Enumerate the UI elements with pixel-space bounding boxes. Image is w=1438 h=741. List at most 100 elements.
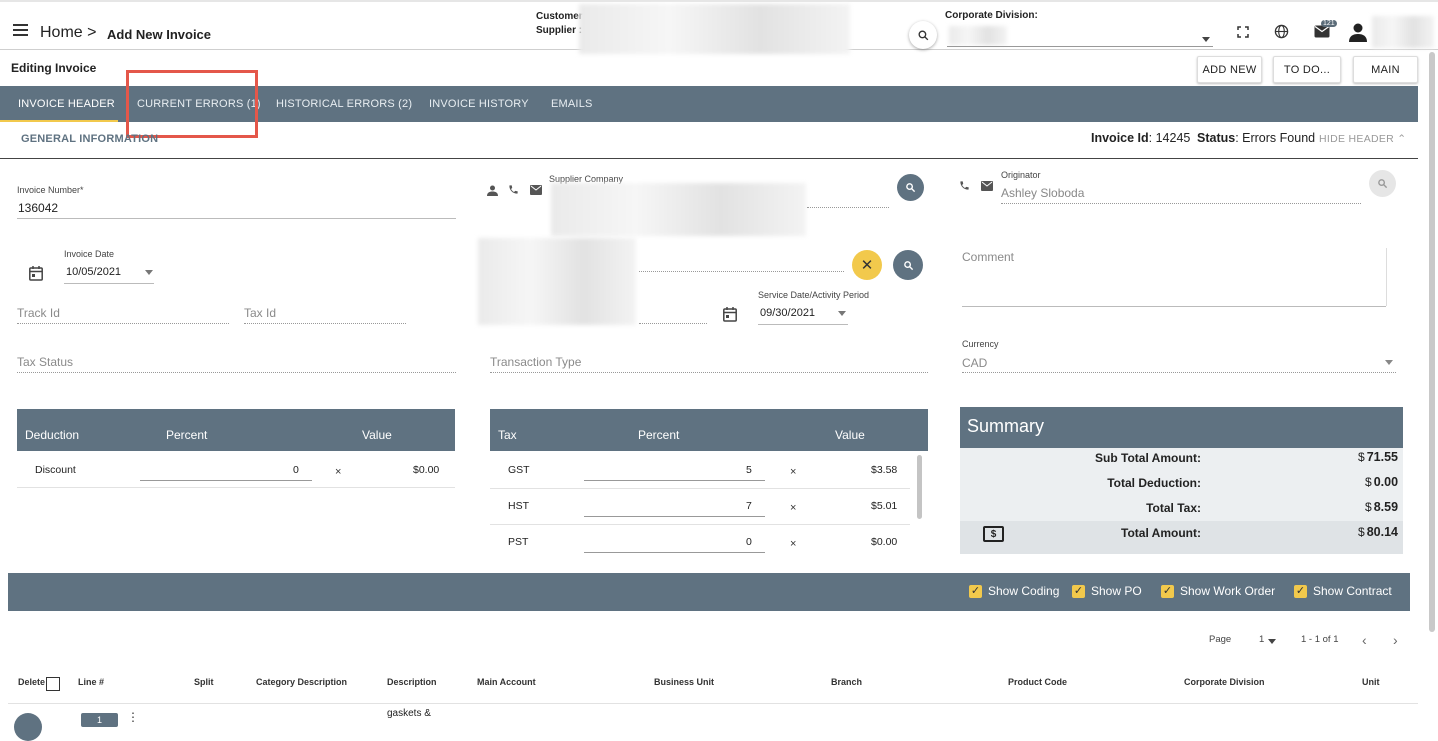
tab-invoice-history[interactable]: INVOICE HISTORY bbox=[429, 86, 529, 122]
money-icon: $ bbox=[983, 526, 1004, 542]
tax-percent-input[interactable]: 5 bbox=[746, 464, 752, 476]
tax-id-field[interactable]: Tax Id bbox=[244, 306, 276, 320]
sub-total-amount: 71.55 bbox=[1366, 450, 1398, 464]
delete-row-button[interactable] bbox=[14, 713, 42, 741]
invoice-number-field[interactable]: 136042 bbox=[18, 201, 58, 215]
page-title: Add New Invoice bbox=[107, 27, 212, 42]
multiply-icon: × bbox=[335, 466, 342, 478]
track-id-field[interactable]: Track Id bbox=[17, 306, 60, 320]
main-button[interactable]: MAIN bbox=[1353, 56, 1418, 83]
user-icon[interactable] bbox=[1348, 22, 1368, 42]
currency-symbol: $ bbox=[1358, 525, 1365, 539]
line-number-badge[interactable]: 1 bbox=[81, 713, 118, 727]
service-date-dropdown-icon[interactable] bbox=[838, 311, 846, 316]
comment-field[interactable]: Comment bbox=[962, 250, 1014, 264]
grid-header-main-account: Main Account bbox=[477, 677, 536, 687]
total-amount-amount: 80.14 bbox=[1366, 525, 1398, 539]
tax-col-header: Tax bbox=[498, 428, 517, 442]
tax-value: $3.58 bbox=[871, 464, 898, 476]
total-deduction-value: $0.00 bbox=[1365, 475, 1398, 489]
show-po-checkbox[interactable]: ✓ bbox=[1072, 585, 1085, 598]
total-deduction-amount: 0.00 bbox=[1373, 475, 1399, 489]
search-icon[interactable] bbox=[909, 21, 937, 49]
grid-header-business-unit: Business Unit bbox=[654, 677, 715, 687]
tax-value: $5.01 bbox=[871, 500, 898, 512]
person-icon[interactable] bbox=[486, 184, 499, 197]
summary-title: Summary bbox=[960, 407, 1403, 448]
service-date-calendar-icon[interactable] bbox=[722, 306, 738, 323]
grid-header-description: Description bbox=[387, 677, 437, 687]
clear-supplier-icon[interactable]: ✕ bbox=[852, 250, 882, 280]
service-date-underline bbox=[758, 324, 848, 325]
redacted-corporate-division bbox=[949, 26, 1007, 45]
service-date-field[interactable]: 09/30/2021 bbox=[760, 307, 815, 319]
tax-name: GST bbox=[508, 464, 530, 476]
tab-emails[interactable]: EMAILS bbox=[551, 86, 593, 122]
page-dropdown-icon[interactable] bbox=[1268, 639, 1276, 644]
page-scrollbar[interactable] bbox=[1429, 52, 1435, 632]
originator-search-icon[interactable] bbox=[1369, 170, 1396, 197]
show-coding-checkbox[interactable]: ✓ bbox=[969, 585, 982, 598]
tax-status-field[interactable]: Tax Status bbox=[17, 355, 73, 369]
redacted-supplier-address bbox=[478, 238, 636, 325]
corporate-division-select[interactable] bbox=[947, 46, 1213, 47]
tab-invoice-header[interactable]: INVOICE HEADER bbox=[18, 86, 115, 122]
total-tax-amount: 8.59 bbox=[1373, 500, 1399, 514]
grid-header-corporate-division: Corporate Division bbox=[1184, 677, 1265, 687]
globe-icon[interactable] bbox=[1273, 23, 1290, 40]
tax-table-scrollbar[interactable] bbox=[917, 455, 922, 519]
sub-total-value: $71.55 bbox=[1358, 450, 1398, 464]
tax-percent-input[interactable]: 0 bbox=[746, 536, 752, 548]
supplier-field-underline-2 bbox=[639, 323, 707, 324]
supplier-lookup-icon[interactable] bbox=[893, 250, 923, 280]
notification-badge: 121 bbox=[1321, 20, 1337, 27]
page-select[interactable]: 1 bbox=[1259, 634, 1264, 645]
breadcrumb-home[interactable]: Home > bbox=[40, 24, 96, 42]
highlight-annotation bbox=[126, 70, 258, 138]
show-work-order-checkbox[interactable]: ✓ bbox=[1161, 585, 1174, 598]
page-range: 1 - 1 of 1 bbox=[1301, 634, 1339, 645]
invoice-number-label: Invoice Number* bbox=[17, 185, 84, 195]
more-vert-icon[interactable]: ⋮ bbox=[127, 710, 139, 724]
deduction-percent-input[interactable]: 0 bbox=[293, 464, 299, 476]
currency-symbol: $ bbox=[1365, 500, 1372, 514]
prev-page-icon[interactable]: ‹ bbox=[1362, 632, 1367, 648]
currency-select[interactable]: CAD bbox=[962, 356, 987, 370]
originator-email-icon[interactable] bbox=[980, 180, 994, 192]
select-all-checkbox[interactable] bbox=[46, 677, 60, 691]
tax-id-underline bbox=[244, 323, 406, 324]
tax-value-col-header: Value bbox=[835, 428, 865, 442]
menu-icon[interactable] bbox=[13, 24, 28, 39]
sub-total-label: Sub Total Amount: bbox=[1095, 451, 1201, 465]
show-contract-checkbox[interactable]: ✓ bbox=[1294, 585, 1307, 598]
supplier-search-icon[interactable] bbox=[897, 174, 924, 201]
email-icon[interactable] bbox=[529, 184, 543, 196]
calendar-icon[interactable] bbox=[28, 265, 44, 282]
tab-historical-errors[interactable]: HISTORICAL ERRORS (2) bbox=[276, 86, 412, 122]
originator-phone-icon[interactable] bbox=[958, 179, 971, 192]
multiply-icon: × bbox=[790, 466, 797, 478]
chevron-up-icon: ⌃ bbox=[1397, 133, 1407, 145]
transaction-type-field[interactable]: Transaction Type bbox=[490, 355, 581, 369]
invoice-date-dropdown-icon[interactable] bbox=[145, 270, 153, 275]
next-page-icon[interactable]: › bbox=[1393, 632, 1398, 648]
add-new-button[interactable]: ADD NEW bbox=[1197, 56, 1262, 83]
invoice-id: Invoice Id: 14245 bbox=[1091, 131, 1190, 145]
tax-name: PST bbox=[508, 536, 529, 548]
todo-button[interactable]: TO DO... bbox=[1273, 56, 1341, 83]
phone-icon[interactable] bbox=[507, 183, 520, 196]
chevron-down-icon[interactable] bbox=[1202, 37, 1210, 42]
status-label: Status bbox=[1197, 131, 1236, 145]
grid-header-product-code: Product Code bbox=[1008, 677, 1068, 687]
hide-header-button[interactable]: HIDE HEADER ⌃ bbox=[1319, 133, 1406, 145]
currency-dropdown-icon[interactable] bbox=[1385, 360, 1393, 365]
fullscreen-icon[interactable] bbox=[1235, 24, 1251, 40]
redacted-supplier-company bbox=[551, 183, 806, 236]
invoice-date-field[interactable]: 10/05/2021 bbox=[66, 266, 121, 278]
tax-percent-input[interactable]: 7 bbox=[746, 500, 752, 512]
comment-underline bbox=[962, 306, 1386, 307]
tax-row-divider bbox=[490, 488, 910, 489]
show-po-label: Show PO bbox=[1091, 584, 1142, 598]
originator-field[interactable]: Ashley Sloboda bbox=[1001, 186, 1084, 200]
hide-header-label: HIDE HEADER bbox=[1319, 133, 1395, 145]
